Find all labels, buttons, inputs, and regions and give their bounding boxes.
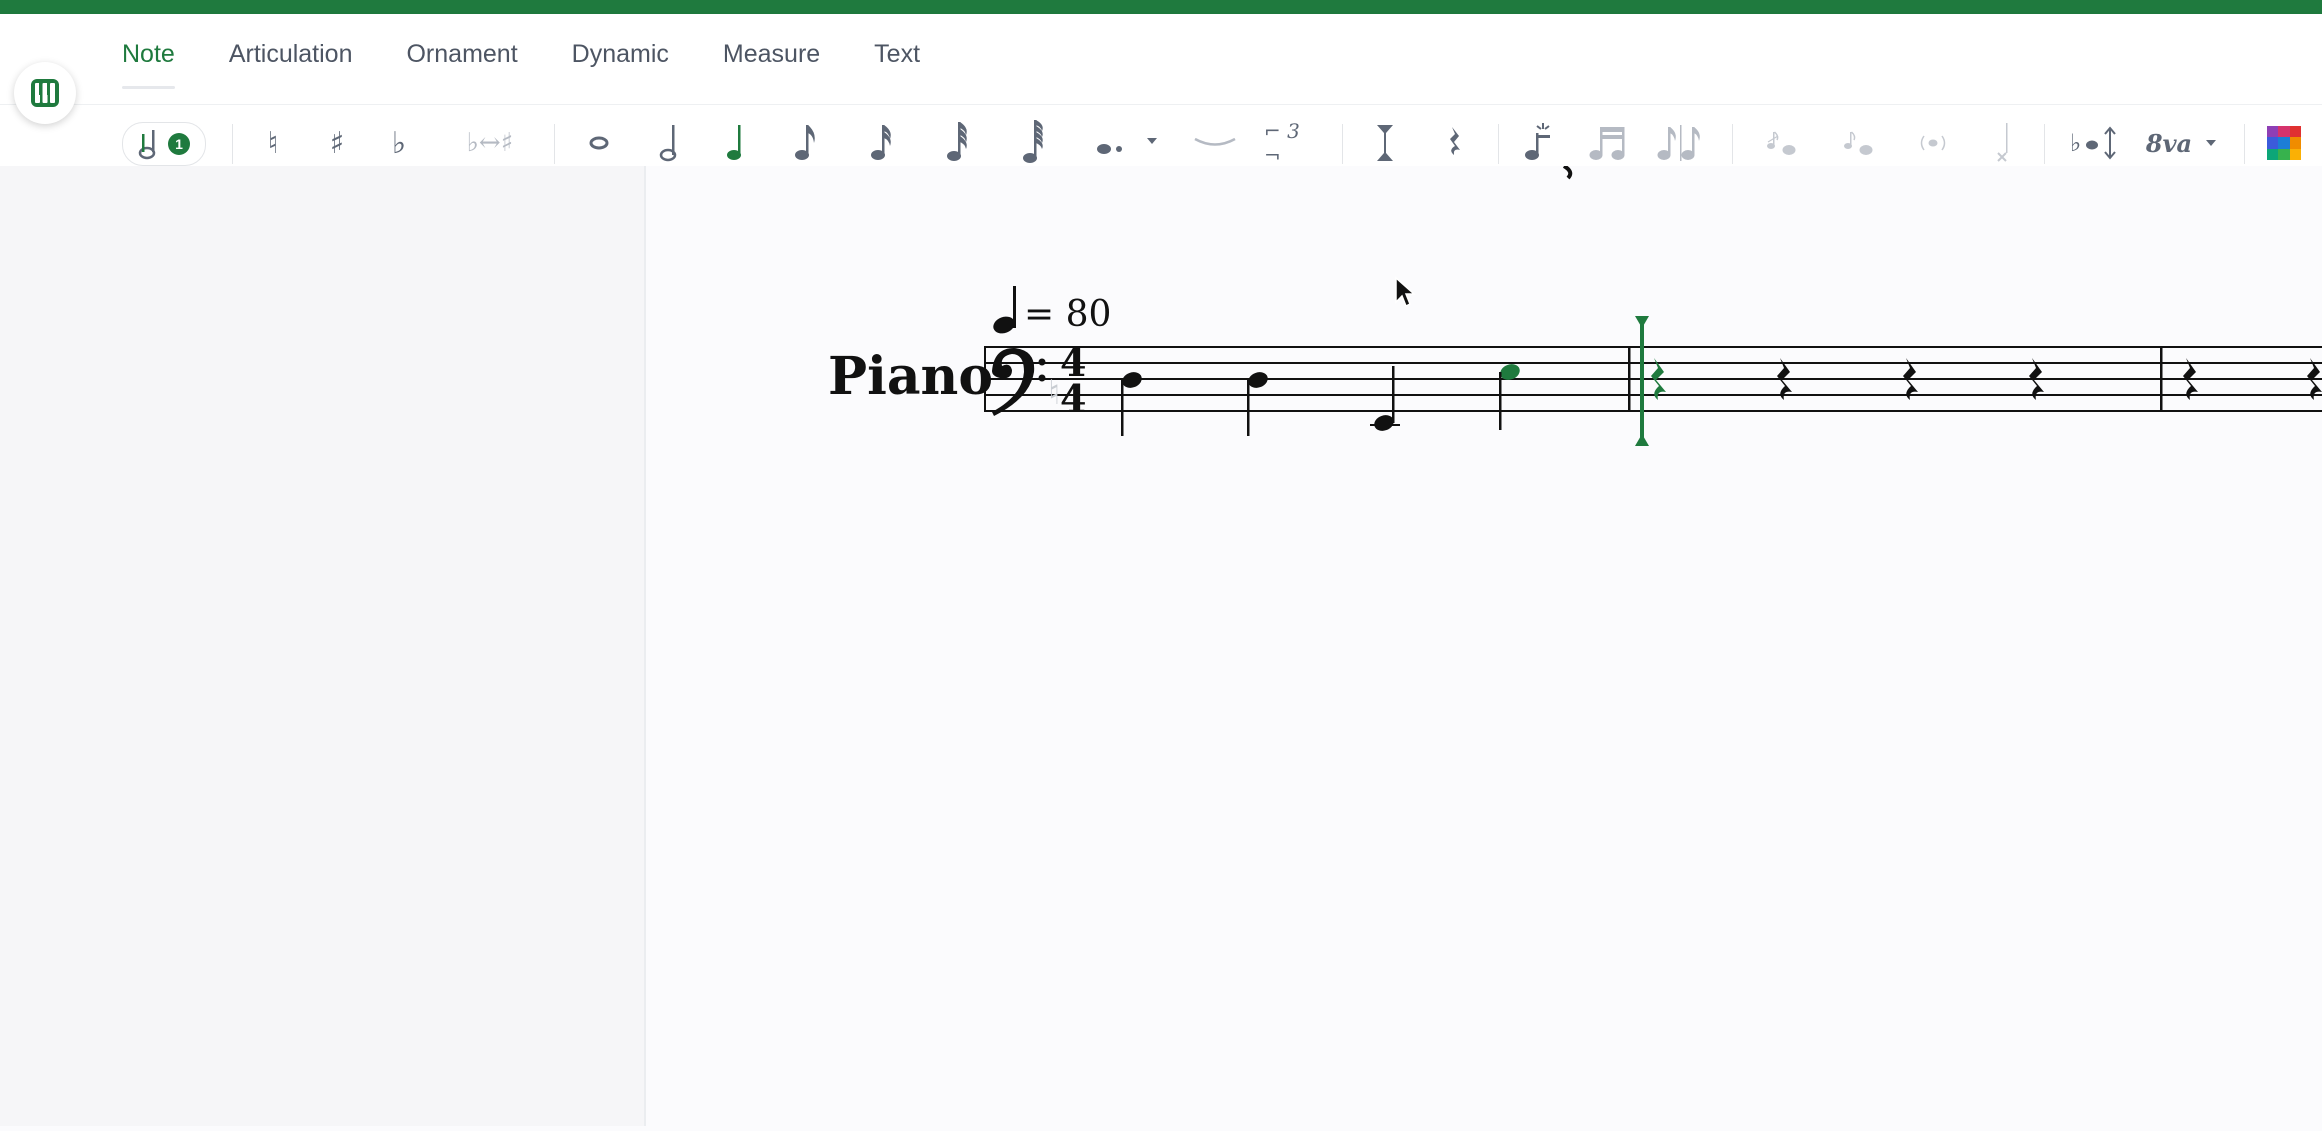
dotted-note-icon [1097, 138, 1157, 154]
tuplet-icon: ⌐ 3 ¬ [1264, 119, 1300, 167]
eighth-note-button[interactable] [790, 114, 820, 172]
tab-measure[interactable]: Measure [723, 38, 820, 98]
barline [1628, 346, 1631, 412]
flat-button[interactable]: ♭ [384, 114, 414, 172]
enharmonic-button[interactable]: ♭↔♯ [454, 114, 526, 172]
separator [2244, 124, 2245, 164]
dot-dropdown[interactable] [1092, 114, 1162, 172]
beam-button[interactable] [1586, 114, 1630, 172]
note-color-button[interactable] [2266, 114, 2302, 172]
pitch-shift-icon: ♭ [2070, 126, 2116, 160]
voice-selector[interactable]: 1 [122, 122, 206, 166]
separator [554, 124, 555, 164]
insert-cursor-icon [1377, 125, 1393, 161]
time-signature-bottom: 4 [1060, 376, 1086, 421]
tab-bar: Note Articulation Ornament Dynamic Measu… [122, 38, 974, 98]
grace-note-after-icon [1844, 131, 1873, 155]
staff [984, 346, 2322, 412]
mouse-pointer-icon [1395, 276, 1416, 308]
grace-after-button[interactable] [1842, 114, 1876, 172]
quarter-note-icon [727, 125, 741, 160]
tab-dynamic[interactable]: Dynamic [572, 38, 669, 98]
tab-note[interactable]: Note [122, 38, 175, 98]
separator [2044, 124, 2045, 164]
half-note-button[interactable] [654, 114, 684, 172]
dead-note-button[interactable] [1988, 114, 2018, 172]
whole-note-icon [589, 136, 609, 150]
quarter-rest-icon [1450, 127, 1460, 155]
flat-icon: ♭ [391, 125, 407, 161]
tie-button[interactable] [1190, 114, 1240, 172]
tempo-marking[interactable]: = 80 [991, 286, 1111, 336]
barline [2160, 346, 2163, 412]
ottava-dropdown[interactable]: 8va [2144, 114, 2220, 172]
chevron-down-icon [2206, 140, 2217, 146]
header: Note Articulation Ornament Dynamic Measu… [0, 14, 2322, 167]
tab-articulation[interactable]: Articulation [229, 38, 353, 98]
sixty-fourth-note-button[interactable] [1018, 114, 1048, 172]
note[interactable] [1120, 370, 1144, 436]
eighth-note-icon [795, 125, 815, 160]
sharp-icon: ♯ [329, 125, 345, 161]
piano-keyboard-button[interactable] [14, 62, 76, 124]
beam-icon [1589, 127, 1625, 160]
natural-icon: ♮ [267, 125, 279, 161]
ghost-note-button[interactable] [1916, 114, 1950, 172]
tuplet-button[interactable]: ⌐ 3 ¬ [1264, 114, 1320, 172]
magic-note-icon [1525, 123, 1550, 160]
tab-ornament[interactable]: Ornament [406, 38, 517, 98]
note[interactable] [1370, 366, 1400, 433]
enharmonic-icon: ♭↔♯ [466, 128, 514, 158]
grace-note-button[interactable] [1764, 114, 1800, 172]
separator [232, 124, 233, 164]
key-signature-ghost: ♮ [1048, 373, 1060, 413]
sharp-button[interactable]: ♯ [320, 114, 354, 172]
thirty-second-note-button[interactable] [942, 114, 972, 172]
score-sheet: = 80 Piano ♮ 4 4 [828, 164, 2322, 446]
note[interactable] [1246, 370, 1270, 436]
bass-clef-icon [992, 348, 1046, 416]
sixteenth-note-icon [871, 125, 891, 160]
separator [1342, 124, 1343, 164]
title-fragment [1562, 164, 1573, 180]
instrument-name: Piano [828, 346, 993, 407]
color-palette-icon [2267, 126, 2301, 160]
piano-keys-icon [31, 79, 59, 107]
tab-text[interactable]: Text [874, 38, 920, 98]
note-toolbar: 1 ♮ ♯ ♭ ♭↔♯ ⌐ 3 ¬ ♭ 8va [0, 114, 2322, 172]
pitch-shift-button[interactable]: ♭ [2068, 114, 2122, 172]
voice-note-icon [138, 130, 156, 160]
top-accent-bar [0, 0, 2322, 14]
half-note-icon [659, 125, 677, 162]
insert-cursor-button[interactable] [1370, 114, 1400, 172]
svg-text:♭: ♭ [2070, 129, 2081, 157]
tab-divider [0, 104, 2322, 105]
tempo-value: = 80 [1024, 294, 1111, 335]
whole-note-button[interactable] [584, 114, 614, 172]
dead-note-icon [1997, 123, 2008, 162]
ottava-icon: 8va [2145, 128, 2193, 158]
magic-note-button[interactable] [1522, 114, 1558, 172]
natural-button[interactable]: ♮ [258, 114, 288, 172]
rest-button[interactable] [1440, 114, 1470, 172]
break-beam-icon [1657, 125, 1700, 161]
input-cursor[interactable] [1635, 316, 1649, 446]
grace-note-icon [1767, 131, 1796, 155]
separator [1732, 124, 1733, 164]
quarter-note-button[interactable] [720, 114, 750, 172]
break-beam-button[interactable] [1656, 114, 1704, 172]
ghost-note-icon [1920, 135, 1946, 151]
left-side-panel [0, 166, 646, 1126]
thirty-second-note-icon [947, 122, 967, 161]
score-canvas[interactable]: = 80 Piano ♮ 4 4 [646, 164, 2322, 1126]
sixty-fourth-note-icon [1023, 120, 1043, 163]
voice-badge: 1 [168, 133, 190, 155]
separator [1498, 124, 1499, 164]
tie-icon [1194, 137, 1236, 146]
sixteenth-note-button[interactable] [866, 114, 896, 172]
